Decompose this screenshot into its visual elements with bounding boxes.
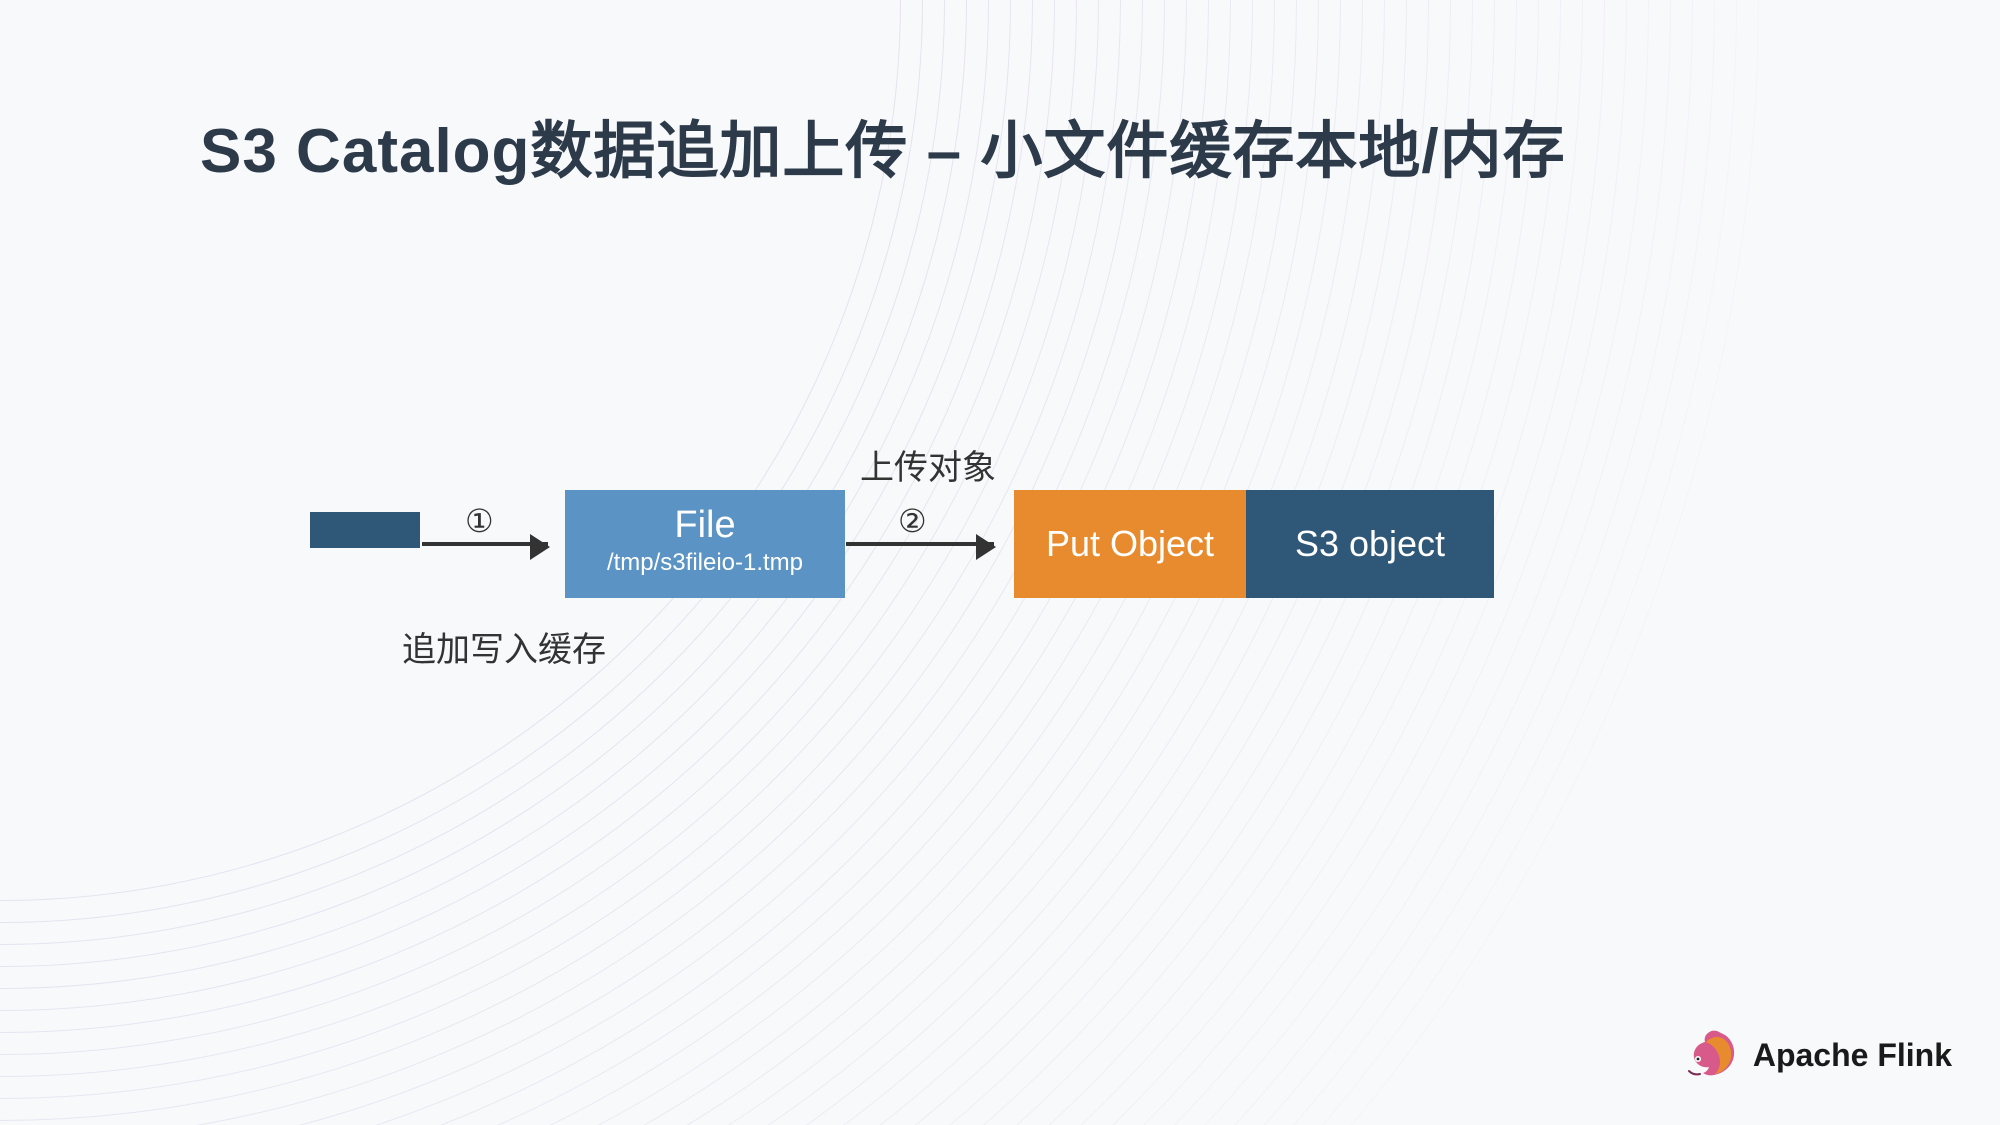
- file-box-title: File: [565, 504, 845, 547]
- step-2-marker: ②: [898, 502, 927, 540]
- page-title: S3 Catalog数据追加上传 – 小文件缓存本地/内存: [200, 100, 1800, 190]
- s3-object-box: S3 object: [1246, 490, 1494, 598]
- upload-object-label: 上传对象: [860, 440, 996, 489]
- source-block: [310, 512, 420, 548]
- file-cache-box: File /tmp/s3fileio-1.tmp: [565, 490, 845, 598]
- arrow-write-cache: [422, 542, 548, 546]
- arrow-upload: [846, 542, 994, 546]
- append-write-cache-label: 追加写入缓存: [402, 622, 606, 671]
- flink-squirrel-icon: [1675, 1023, 1739, 1087]
- put-object-box: Put Object: [1014, 490, 1246, 598]
- file-box-path: /tmp/s3fileio-1.tmp: [565, 549, 845, 577]
- step-1-marker: ①: [465, 502, 494, 540]
- footer-brand: Apache Flink: [1675, 1023, 1952, 1087]
- footer-brand-text: Apache Flink: [1753, 1037, 1952, 1074]
